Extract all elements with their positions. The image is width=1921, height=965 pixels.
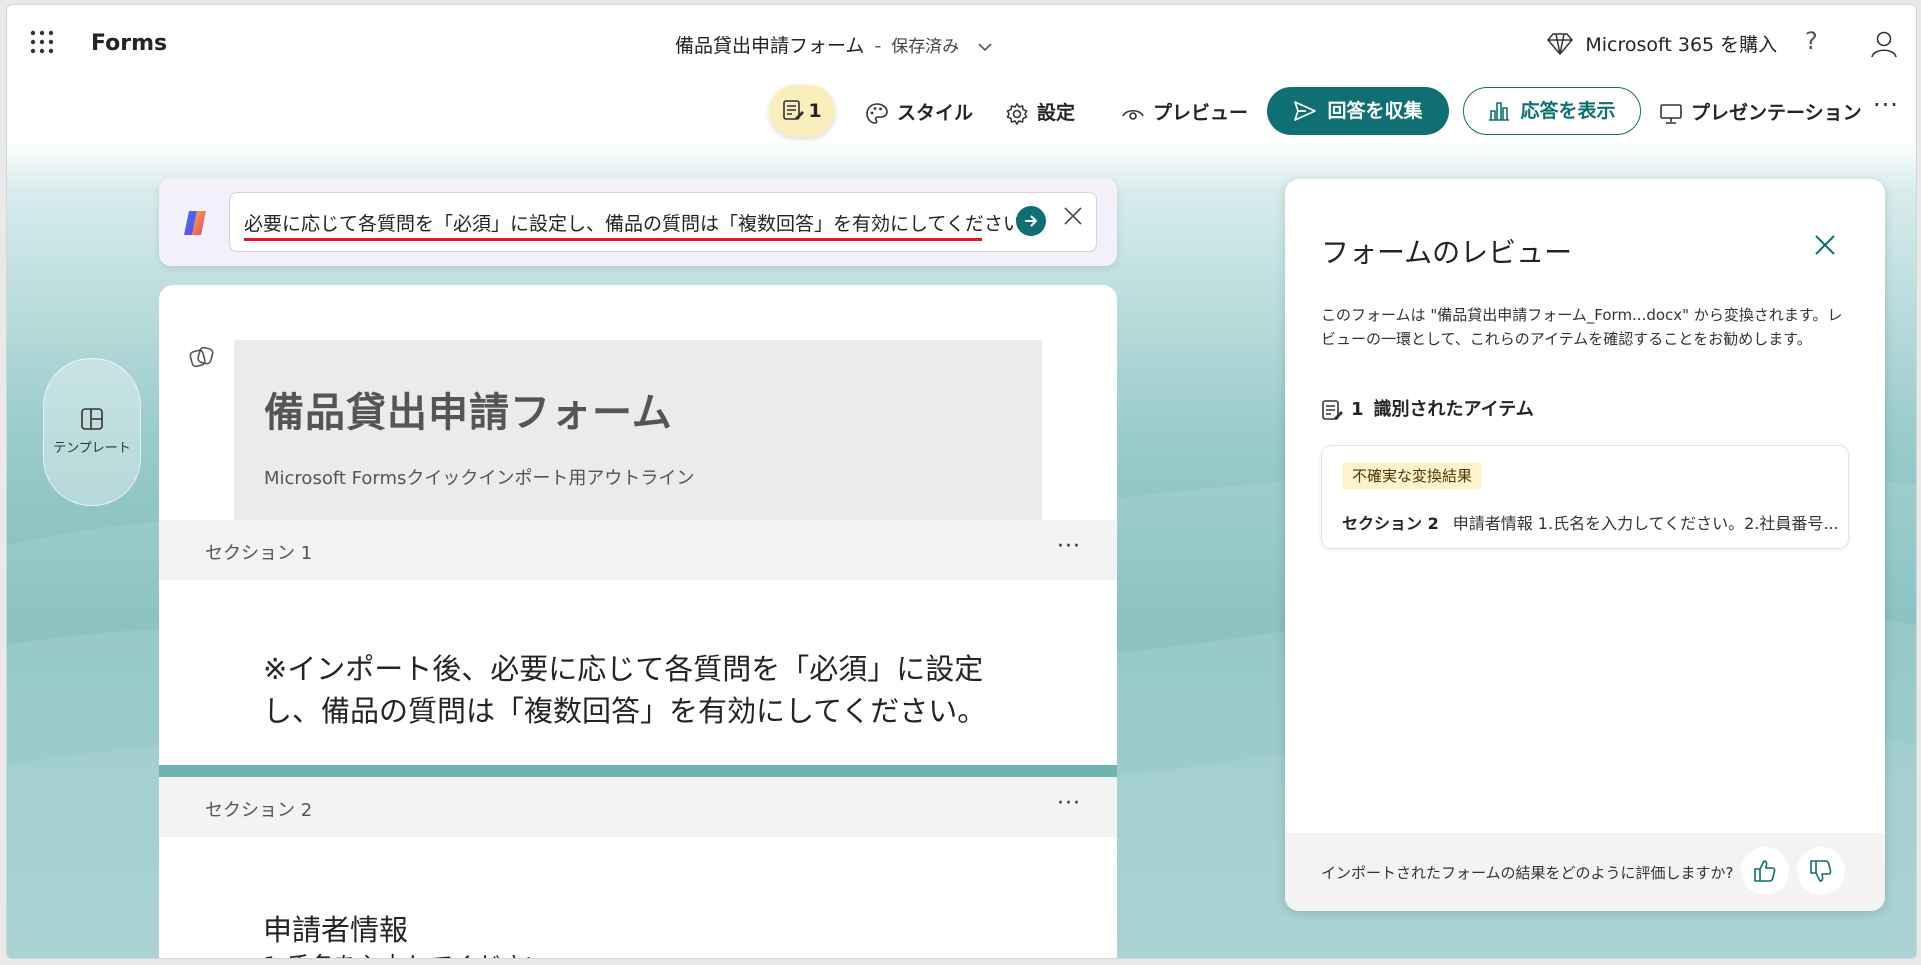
- collect-responses-button[interactable]: 回答を収集: [1267, 87, 1449, 135]
- form-title[interactable]: 備品貸出申請フォーム: [264, 380, 673, 438]
- identified-count: 1: [1351, 399, 1364, 420]
- arrow-right-icon: [1025, 215, 1038, 227]
- identified-items-heading: 1 識別されたアイテム: [1321, 395, 1534, 421]
- title-separator: -: [874, 35, 882, 57]
- more-options-icon[interactable]: ···: [1873, 91, 1899, 119]
- ai-generated-icon: [189, 345, 215, 373]
- template-button[interactable]: テンプレート: [43, 358, 141, 506]
- copilot-prompt-input[interactable]: 必要に応じて各質問を「必須」に設定し、備品の質問は「複数回答」を有効にしてくださ…: [229, 192, 1097, 252]
- close-prompt-icon[interactable]: [1062, 205, 1084, 233]
- section-2-title[interactable]: 申請者情報: [263, 907, 408, 949]
- identified-label: 識別されたアイテム: [1373, 399, 1534, 420]
- review-items-count: 1: [808, 100, 822, 122]
- send-prompt-button[interactable]: [1016, 206, 1046, 236]
- close-icon[interactable]: [1813, 231, 1837, 264]
- presentation-icon: [1660, 103, 1682, 124]
- app-launcher-icon[interactable]: [29, 29, 57, 57]
- help-icon[interactable]: ?: [1805, 27, 1818, 55]
- chart-icon: [1489, 102, 1510, 121]
- section-1-text[interactable]: ※インポート後、必要に応じて各質問を「必須」に設定し、備品の質問は「複数回答」を…: [263, 648, 1023, 732]
- account-icon[interactable]: [1869, 29, 1899, 59]
- send-icon: [1294, 101, 1317, 121]
- view-responses-button[interactable]: 応答を表示: [1463, 87, 1641, 135]
- preview-label: プレビュー: [1153, 102, 1249, 124]
- form-subtitle[interactable]: Microsoft Formsクイックインポート用アウトライン: [264, 464, 694, 490]
- presentation-button[interactable]: プレゼンテーション: [1659, 89, 1862, 137]
- feedback-footer: インポートされたフォームの結果をどのように評価しますか?: [1285, 833, 1885, 911]
- top-bar: Forms 備品貸出申請フォーム - 保存済み Microsoft 365 を購入 …: [7, 5, 1916, 137]
- template-label: テンプレート: [53, 441, 131, 456]
- form-editor: 備品貸出申請フォーム Microsoft Formsクイックインポート用アウトラ…: [159, 285, 1117, 958]
- eye-icon: [1122, 109, 1144, 120]
- buy-label: Microsoft 365 を購入: [1585, 34, 1778, 56]
- diamond-icon: [1547, 32, 1579, 56]
- responses-label: 応答を表示: [1520, 100, 1616, 122]
- form-edit-icon: [783, 100, 805, 120]
- review-item-line: セクション 2 申請者情報 1.氏名を入力してください。2.社員番号...: [1342, 510, 1839, 534]
- form-review-panel: フォームのレビュー このフォームは "備品貸出申請フォーム_Form...doc…: [1285, 179, 1885, 911]
- copilot-icon: [181, 210, 209, 240]
- document-title: 備品貸出申請フォーム: [675, 35, 865, 57]
- section-2-header: セクション 2 ···: [159, 777, 1117, 837]
- section-1-header: セクション 1 ···: [159, 520, 1117, 580]
- style-label: スタイル: [897, 102, 974, 124]
- chevron-down-icon: [973, 40, 992, 56]
- thumbs-up-icon[interactable]: [1741, 847, 1789, 895]
- feedback-question: インポートされたフォームの結果をどのように評価しますか?: [1321, 864, 1734, 882]
- form-title-block[interactable]: 備品貸出申請フォーム Microsoft Formsクイックインポート用アウトラ…: [234, 340, 1042, 520]
- preview-button[interactable]: プレビュー: [1121, 89, 1248, 137]
- review-item-detail: 申請者情報 1.氏名を入力してください。2.社員番号...: [1452, 514, 1839, 533]
- thumbs-down-icon[interactable]: [1797, 847, 1845, 895]
- section-1-more-icon[interactable]: ···: [1057, 534, 1081, 559]
- section-1-label: セクション 1: [205, 543, 313, 564]
- prompt-highlight-underline: [244, 238, 982, 241]
- app-name[interactable]: Forms: [91, 31, 167, 56]
- section-divider: [159, 765, 1117, 777]
- template-icon: [81, 408, 103, 430]
- document-title-menu[interactable]: 備品貸出申請フォーム - 保存済み: [675, 31, 992, 58]
- save-status: 保存済み: [891, 37, 960, 57]
- palette-icon: [866, 102, 888, 124]
- section-2-label: セクション 2: [205, 800, 313, 821]
- gear-icon: [1006, 102, 1028, 125]
- review-items-badge[interactable]: 1: [769, 85, 835, 137]
- review-description: このフォームは "備品貸出申請フォーム_Form...docx" から変換されま…: [1321, 306, 1843, 348]
- review-title: フォームのレビュー: [1321, 236, 1573, 269]
- review-item-card[interactable]: 不確実な変換結果 セクション 2 申請者情報 1.氏名を入力してください。2.社員…: [1321, 445, 1849, 549]
- presentation-label: プレゼンテーション: [1691, 102, 1862, 124]
- form-edit-icon: [1322, 400, 1343, 420]
- section-2-cut-text[interactable]: 1.氏名を入力してください: [263, 946, 548, 958]
- copilot-prompt-text: 必要に応じて各質問を「必須」に設定し、備品の質問は「複数回答」を有効にしてくださ…: [244, 213, 1041, 235]
- app-window: Forms 備品貸出申請フォーム - 保存済み Microsoft 365 を購入 …: [6, 4, 1917, 959]
- review-item-section: セクション 2: [1342, 514, 1439, 533]
- style-button[interactable]: スタイル: [865, 89, 973, 137]
- buy-microsoft-365-button[interactable]: Microsoft 365 を購入: [1547, 30, 1777, 57]
- settings-button[interactable]: 設定: [1005, 89, 1075, 137]
- copilot-prompt-bar: 必要に応じて各質問を「必須」に設定し、備品の質問は「複数回答」を有効にしてくださ…: [159, 178, 1117, 266]
- settings-label: 設定: [1037, 102, 1076, 124]
- section-2-more-icon[interactable]: ···: [1057, 791, 1081, 816]
- uncertain-conversion-tag: 不確実な変換結果: [1342, 462, 1483, 490]
- collect-label: 回答を収集: [1327, 100, 1423, 122]
